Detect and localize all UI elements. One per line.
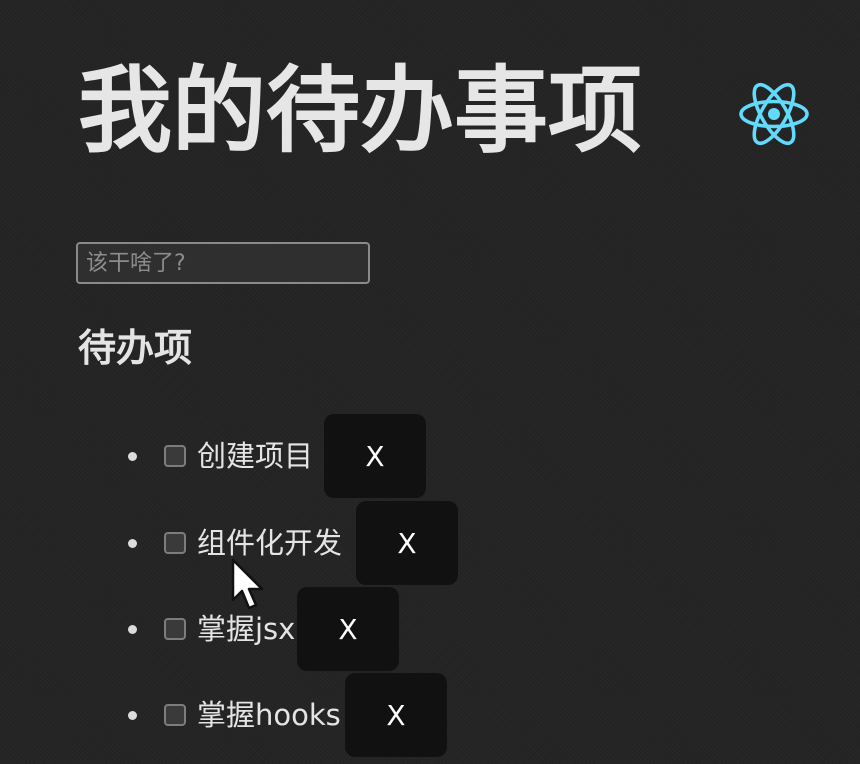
- page-title: 我的待办事项: [78, 57, 643, 166]
- section-heading: 待办项: [78, 326, 193, 370]
- mouse-pointer-icon: [231, 558, 264, 610]
- todo-label: 掌握jsx: [197, 612, 296, 646]
- todo-checkbox[interactable]: [164, 532, 186, 554]
- bullet-marker: [128, 451, 137, 461]
- new-todo-input[interactable]: [76, 242, 370, 284]
- bullet-marker: [128, 538, 137, 548]
- delete-button[interactable]: X: [345, 673, 447, 757]
- todo-checkbox[interactable]: [164, 704, 186, 726]
- delete-button[interactable]: X: [356, 501, 458, 585]
- todo-label: 创建项目: [197, 439, 314, 473]
- bullet-marker: [128, 710, 137, 720]
- todo-checkbox[interactable]: [164, 618, 186, 640]
- delete-button[interactable]: X: [297, 587, 399, 671]
- todo-label: 掌握hooks: [197, 698, 341, 732]
- todo-checkbox[interactable]: [164, 445, 186, 467]
- bullet-marker: [128, 624, 137, 634]
- delete-button[interactable]: X: [324, 414, 426, 498]
- todo-label: 组件化开发: [197, 526, 343, 560]
- react-icon: [739, 82, 809, 146]
